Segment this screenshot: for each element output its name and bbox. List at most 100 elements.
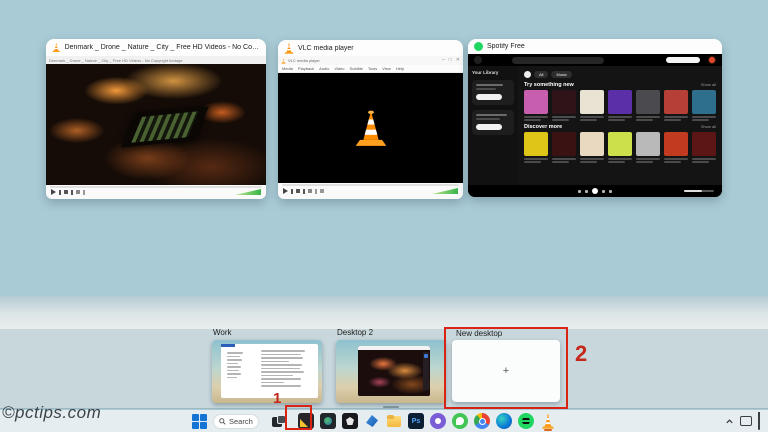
avatar[interactable]: [708, 56, 716, 64]
search-icon: [219, 418, 226, 425]
spotify-sidebar: Your Library: [468, 66, 518, 185]
media-window: [358, 346, 430, 396]
menu-video[interactable]: Video: [334, 66, 344, 71]
menu-audio[interactable]: Audio: [319, 66, 329, 71]
filter-music[interactable]: Music: [551, 71, 571, 78]
fullscreen-icon[interactable]: [308, 189, 312, 193]
vlc-menubar[interactable]: Media Playback Audio Video Subtitle Tool…: [278, 65, 463, 73]
play-icon[interactable]: [51, 189, 56, 195]
window-header[interactable]: VLC media player: [278, 40, 463, 56]
vlc-canvas: [278, 73, 463, 183]
window-spotify[interactable]: Spotify Free Your Library: [468, 39, 722, 197]
album-card[interactable]: [636, 90, 660, 121]
start-button[interactable]: [192, 414, 207, 429]
playlist-icon[interactable]: [83, 190, 85, 195]
play-button[interactable]: [592, 188, 598, 194]
edge-icon[interactable]: [496, 413, 512, 429]
seek-bar[interactable]: [50, 186, 262, 188]
stop-icon[interactable]: [296, 189, 300, 193]
album-card[interactable]: [692, 132, 716, 163]
volume-slider[interactable]: [432, 188, 458, 194]
previous-icon[interactable]: [585, 190, 588, 193]
vlc-taskbar-icon[interactable]: [540, 413, 556, 429]
next-icon[interactable]: [71, 190, 73, 195]
prev-icon[interactable]: [59, 190, 61, 195]
browse-podcasts-button[interactable]: [476, 124, 502, 130]
new-desktop-button[interactable]: +: [452, 340, 560, 402]
your-library-label[interactable]: Your Library: [472, 70, 514, 75]
display-icon[interactable]: [740, 416, 752, 426]
album-card[interactable]: [580, 90, 604, 121]
window-header[interactable]: Denmark _ Drone _ Nature _ City _ Free H…: [46, 39, 266, 56]
window-vlc-video[interactable]: Denmark _ Drone _ Nature _ City _ Free H…: [46, 39, 266, 199]
taskbar-app-steam[interactable]: [342, 413, 358, 429]
menu-media[interactable]: Media: [282, 66, 293, 71]
album-card[interactable]: [636, 132, 660, 163]
taskbar-app-photos[interactable]: [320, 413, 336, 429]
album-card[interactable]: [608, 132, 632, 163]
fullscreen-icon[interactable]: [76, 190, 80, 194]
vlc-controls-bar[interactable]: [46, 185, 266, 199]
premium-button[interactable]: [666, 57, 700, 63]
window-buttons[interactable]: –□✕: [442, 58, 460, 63]
album-card[interactable]: [608, 90, 632, 121]
menu-tools[interactable]: Tools: [368, 66, 377, 71]
repeat-icon[interactable]: [609, 190, 612, 193]
section-header: Discover more Show all: [524, 124, 716, 130]
album-card[interactable]: [552, 90, 576, 121]
annotation-number-2: 2: [575, 341, 587, 367]
album-card[interactable]: [692, 90, 716, 121]
profile-chip[interactable]: [524, 71, 531, 78]
create-playlist-button[interactable]: [476, 94, 502, 100]
taskbar-app-paint3d[interactable]: [364, 413, 380, 429]
vlc-icon: [52, 42, 61, 53]
taskbar-app-discord[interactable]: [430, 413, 446, 429]
menu-subtitle[interactable]: Subtitle: [350, 66, 363, 71]
spotify-search-input[interactable]: [512, 57, 604, 64]
taskbar-app-whatsapp[interactable]: [452, 413, 468, 429]
menu-playback[interactable]: Playback: [298, 66, 314, 71]
vlc-cone-logo: [354, 109, 388, 147]
file-explorer-icon[interactable]: [386, 413, 402, 429]
volume-slider[interactable]: [684, 190, 714, 192]
play-icon[interactable]: [283, 188, 288, 194]
spotify-playbar[interactable]: [468, 185, 722, 197]
album-card[interactable]: [664, 90, 688, 121]
random-icon[interactable]: [320, 189, 324, 193]
album-card[interactable]: [524, 90, 548, 121]
stadium-shape: [121, 106, 209, 147]
album-card[interactable]: [580, 132, 604, 163]
album-card[interactable]: [664, 132, 688, 163]
desktop-thumbnail-desktop2[interactable]: [336, 340, 446, 403]
chrome-icon[interactable]: [474, 413, 490, 429]
show-all-link[interactable]: Show all: [701, 82, 716, 87]
annotation-number-1: 1: [273, 390, 281, 407]
loop-icon[interactable]: [315, 189, 317, 194]
menu-help[interactable]: Help: [396, 66, 404, 71]
album-card[interactable]: [552, 132, 576, 163]
shuffle-icon[interactable]: [578, 190, 581, 193]
seek-bar[interactable]: [282, 184, 459, 186]
home-icon[interactable]: [474, 56, 482, 64]
window-vlc-player[interactable]: VLC media player VLC media player –□✕ Me…: [278, 40, 463, 199]
running-indicator: [544, 429, 552, 431]
vlc-controls-bar[interactable]: [278, 183, 463, 199]
next-icon[interactable]: [303, 189, 305, 194]
filter-all[interactable]: All: [534, 71, 548, 78]
spotify-taskbar-icon[interactable]: [518, 413, 534, 429]
stop-icon[interactable]: [64, 190, 68, 194]
search-box[interactable]: Search: [213, 414, 259, 429]
clipped-tray-icon[interactable]: [758, 412, 768, 430]
hidden-icons-chevron[interactable]: [725, 417, 734, 426]
album-card[interactable]: [524, 132, 548, 163]
next-icon[interactable]: [602, 190, 605, 193]
photoshop-icon[interactable]: Ps: [408, 413, 424, 429]
show-all-link[interactable]: Show all: [701, 124, 716, 129]
window-header[interactable]: Spotify Free: [468, 39, 722, 54]
spotify-content: All Music Try something new Show all: [518, 66, 722, 185]
volume-slider[interactable]: [235, 189, 261, 195]
desktop-thumbnail-work[interactable]: [212, 340, 322, 403]
section-title: Discover more: [524, 124, 562, 130]
prev-icon[interactable]: [291, 189, 293, 194]
menu-view[interactable]: View: [382, 66, 391, 71]
